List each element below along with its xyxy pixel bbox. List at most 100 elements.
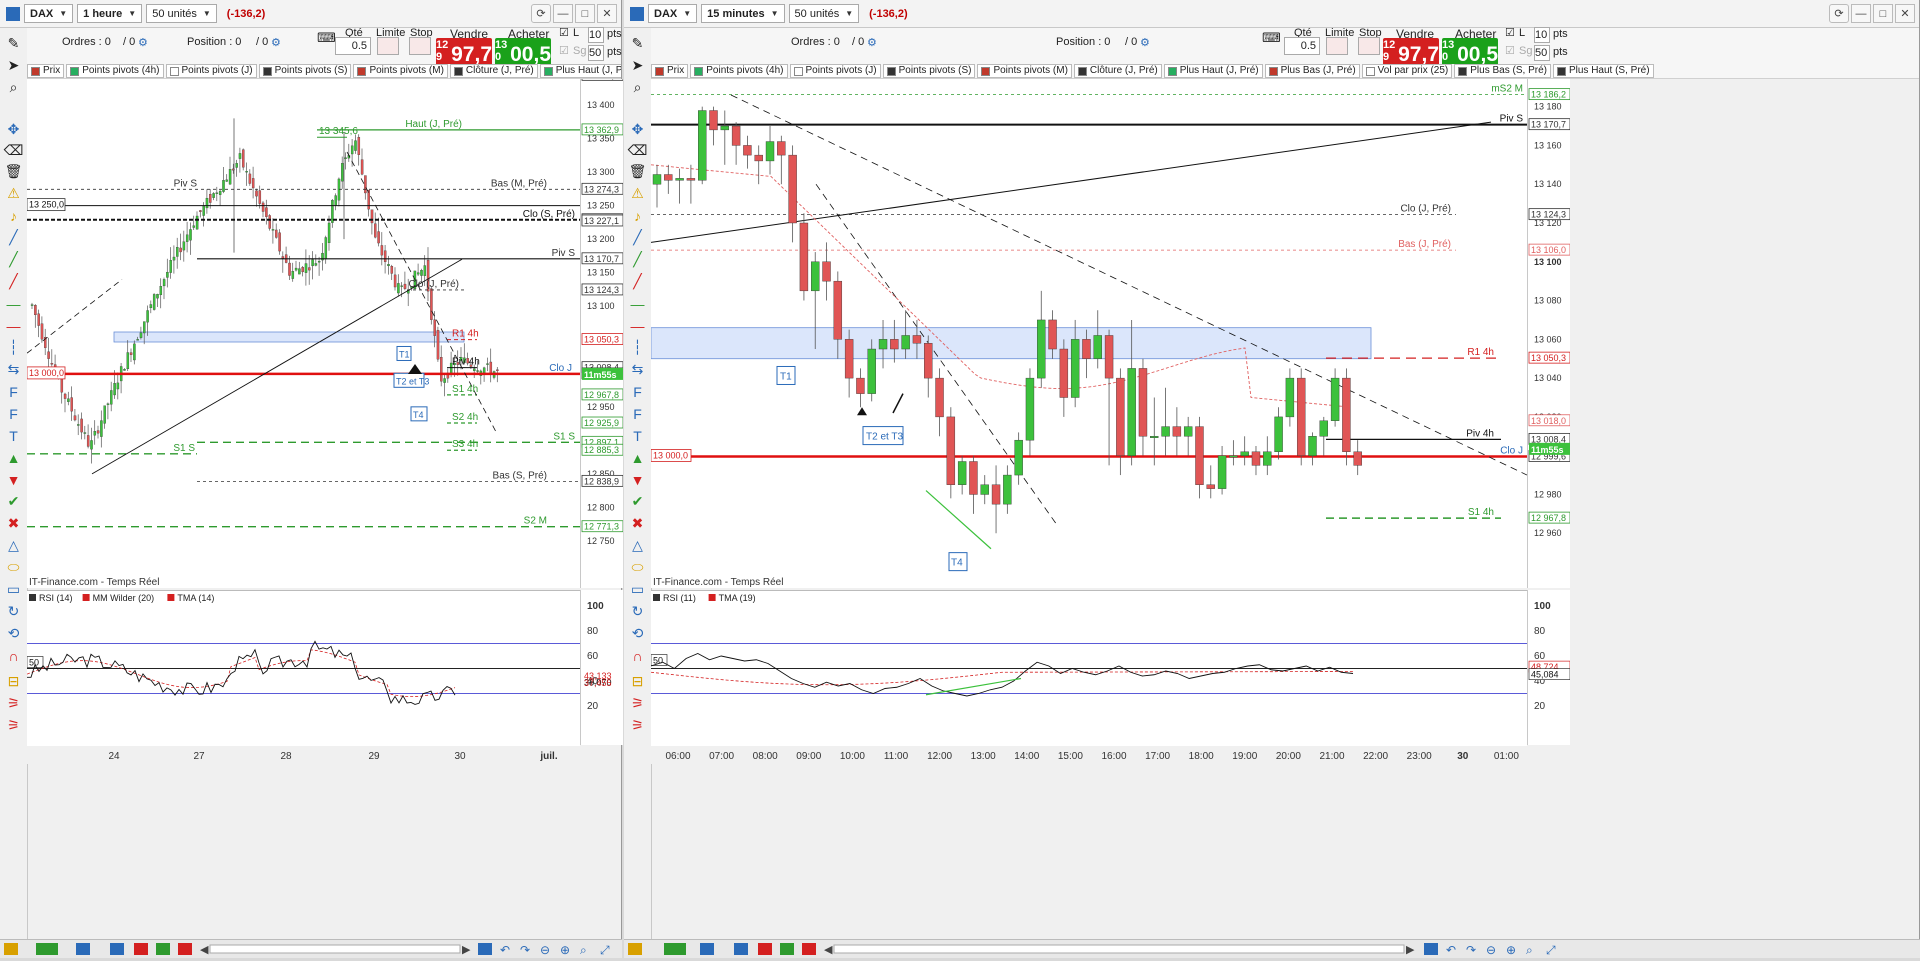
sell-arrow-icon[interactable]: ▼ (628, 470, 647, 489)
zoom-in-icon[interactable]: ⊕ (1506, 943, 1516, 957)
segment-icon[interactable]: ╱ (628, 272, 647, 291)
cross-icon[interactable]: ✖ (4, 514, 23, 533)
legend-item[interactable]: Points pivots (S) (882, 64, 976, 78)
legend-item[interactable]: Plus Bas (S, Pré) (1454, 64, 1551, 78)
stop-order-button[interactable] (409, 37, 431, 55)
lock-icon[interactable]: ⊟ (628, 672, 647, 691)
undo-icon[interactable]: ↶ (1446, 943, 1456, 957)
zoom-icon[interactable]: ⌕ (4, 78, 23, 97)
cross-icon[interactable]: ✖ (628, 514, 647, 533)
legend-item[interactable]: Vol par prix (25) (1361, 64, 1453, 78)
legend-item[interactable]: Plus Haut (S, Pré) (1552, 64, 1654, 78)
buy-button[interactable]: 13 0 00,5 (495, 38, 551, 67)
ellipse-icon[interactable]: ⬭ (4, 558, 23, 577)
layout-icon[interactable] (802, 943, 816, 955)
trash-icon[interactable]: 🗑 (628, 162, 647, 181)
arrow-line-icon[interactable]: ⇆ (4, 360, 23, 379)
cursor-icon[interactable]: ➤ (4, 56, 23, 75)
legend-item[interactable]: Clôture (J, Pré) (449, 64, 538, 78)
l-pts-input[interactable]: 10 (588, 27, 604, 43)
arrow-line-icon[interactable]: ⇆ (628, 360, 647, 379)
vertical-line-icon[interactable]: ┆ (4, 338, 23, 357)
limit-order-button[interactable] (1326, 37, 1348, 55)
triangle-icon[interactable]: △ (4, 536, 23, 555)
maximize-button[interactable]: □ (1873, 4, 1893, 23)
calendar-icon[interactable] (734, 943, 748, 955)
undo-icon[interactable]: ↶ (500, 943, 510, 957)
sg-pts-input[interactable]: 50 (588, 45, 604, 61)
pitchfork-icon[interactable]: ⚞ (628, 716, 647, 735)
sell-arrow-icon[interactable]: ▼ (4, 470, 23, 489)
text-icon[interactable]: T (4, 426, 23, 445)
chart-type-icon[interactable] (36, 943, 58, 955)
horizontal-line-icon[interactable]: — (628, 294, 647, 313)
segment-icon[interactable]: ╱ (4, 272, 23, 291)
move-icon[interactable]: ✥ (628, 120, 647, 139)
buy-button[interactable]: 13 0 00,5 (1442, 38, 1498, 67)
trendline-icon[interactable]: ╱ (628, 228, 647, 247)
alert-icon[interactable]: ⚠ (4, 184, 23, 203)
qty-input[interactable]: 0.5 (1284, 37, 1320, 55)
cycle-icon[interactable]: ↻ (4, 602, 23, 621)
pencil-icon[interactable]: ✎ (628, 34, 647, 53)
settings-icon[interactable]: ⚙ (867, 36, 877, 49)
right-timeframe-select[interactable]: 15 minutes ▼ (701, 4, 785, 23)
left-instrument-select[interactable]: DAX ▼ (24, 4, 74, 23)
limit-order-button[interactable] (377, 37, 399, 55)
rotate-icon[interactable]: ⟲ (4, 624, 23, 643)
left-units-select[interactable]: 50 unités ▼ (146, 4, 217, 23)
scroll-left-icon[interactable]: ◀ (200, 944, 209, 956)
ray-icon[interactable]: — (628, 316, 647, 335)
settings-icon[interactable]: ⚙ (271, 36, 281, 49)
sync-icon[interactable]: ⟳ (531, 4, 551, 23)
pattern-icon[interactable]: ⚞ (628, 694, 647, 713)
settings-icon[interactable]: ⚙ (1140, 36, 1150, 49)
legend-item[interactable]: Points pivots (J) (165, 64, 257, 78)
calculator-icon[interactable]: ⌨ (1262, 30, 1281, 46)
fibonacci-fan-icon[interactable]: F (628, 404, 647, 423)
stop-order-button[interactable] (1358, 37, 1380, 55)
scroll-right-icon[interactable]: ▶ (462, 944, 471, 956)
fit-icon[interactable] (478, 943, 492, 955)
close-button[interactable]: ✕ (1895, 4, 1915, 23)
table-icon[interactable] (156, 943, 170, 955)
zoom-icon[interactable]: ⌕ (628, 78, 647, 97)
pencil-icon[interactable]: ✎ (4, 34, 23, 53)
rotate-icon[interactable]: ⟲ (628, 624, 647, 643)
cursor-icon[interactable]: ➤ (628, 56, 647, 75)
trendline-icon[interactable]: ╱ (4, 228, 23, 247)
zoom-in-icon[interactable]: ⊕ (560, 943, 570, 957)
cycle-icon[interactable]: ↻ (628, 602, 647, 621)
check-icon[interactable]: ✔ (628, 492, 647, 511)
triangle-icon[interactable]: △ (628, 536, 647, 555)
fit-icon[interactable] (1424, 943, 1438, 955)
l-checkbox[interactable]: ☑ (1505, 26, 1515, 39)
ray-icon[interactable]: — (4, 316, 23, 335)
right-instrument-select[interactable]: DAX ▼ (648, 4, 698, 23)
sync-icon[interactable]: ⟳ (1829, 4, 1849, 23)
magnet-icon[interactable]: ∩ (628, 646, 647, 665)
left-price-chart[interactable]: Haut (J, Pré) 13 345,6 Bas (M, Pré) Piv S Cl… (26, 79, 580, 588)
chart-type-icon[interactable] (664, 943, 686, 955)
legend-item[interactable]: Points pivots (M) (353, 64, 448, 78)
table-icon[interactable] (780, 943, 794, 955)
calculator-icon[interactable]: ⌨ (317, 30, 336, 46)
sg-checkbox[interactable]: ☑ (559, 44, 569, 57)
right-price-axis[interactable]: 13 180 13 160 13 140 13 120 13 100 13 080 13 0… (1527, 79, 1571, 588)
pencil-icon[interactable] (4, 943, 18, 955)
expand-icon[interactable]: ⤢ (1545, 943, 1556, 957)
sg-checkbox[interactable]: ☑ (1505, 44, 1515, 57)
calendar-icon[interactable] (110, 943, 124, 955)
check-icon[interactable]: ✔ (4, 492, 23, 511)
right-rsi-panel[interactable]: RSI (11) TMA (19) 50 (650, 590, 1527, 746)
redo-icon[interactable]: ↷ (520, 943, 530, 957)
channel-icon[interactable]: ╱ (4, 250, 23, 269)
zoom-out-icon[interactable]: ⊖ (1486, 943, 1496, 957)
redo-icon[interactable]: ↷ (1466, 943, 1476, 957)
grid-icon[interactable] (134, 943, 148, 955)
minimize-button[interactable]: — (1851, 4, 1871, 23)
legend-item[interactable]: Points pivots (4h) (690, 64, 788, 78)
fibonacci-icon[interactable]: F (628, 382, 647, 401)
share-icon[interactable] (700, 943, 714, 955)
minimize-button[interactable]: — (553, 4, 573, 23)
